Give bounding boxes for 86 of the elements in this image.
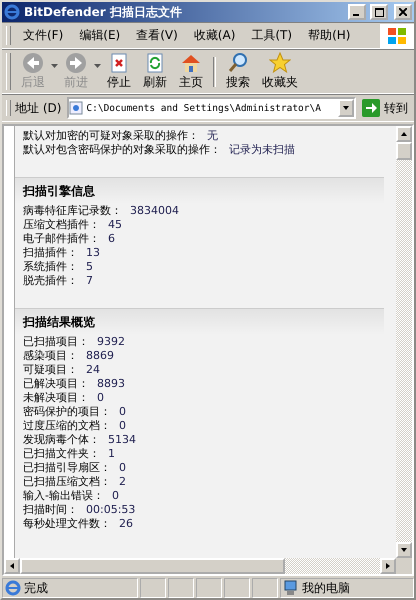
favorites-button[interactable]: 收藏夹: [256, 50, 304, 93]
stat-value: 45: [108, 218, 122, 231]
setting-label: 默认对包含密码保护的对象采取的操作：: [23, 143, 221, 156]
stat-label: 压缩文档插件：: [23, 218, 100, 231]
close-button[interactable]: [394, 4, 412, 20]
dropdown-arrow-icon[interactable]: [94, 64, 101, 68]
stat-value: 2: [119, 475, 126, 488]
stat-value: 13: [86, 246, 100, 259]
page-icon: [69, 101, 84, 115]
setting-label: 默认对加密的可疑对象采取的操作：: [23, 129, 199, 142]
computer-icon: [283, 580, 299, 596]
stat-label: 扫描插件：: [23, 246, 78, 259]
stat-label: 感染项目：: [23, 349, 78, 362]
browser-icon: [5, 580, 21, 596]
scroll-thumb[interactable]: [396, 142, 412, 160]
stat-value: 0: [119, 405, 126, 418]
setting-value: 记录为未扫描: [229, 143, 295, 156]
stat-value: 8893: [97, 377, 125, 390]
stat-label: 未解决项目：: [23, 391, 89, 404]
stat-label: 已扫描引导扇区：: [23, 461, 111, 474]
stat-label: 扫描时间：: [23, 503, 78, 516]
status-panel: [196, 578, 222, 598]
stat-value: 9392: [97, 335, 125, 348]
maximize-button[interactable]: [370, 4, 388, 20]
menu-item[interactable]: 查看(V): [128, 23, 186, 48]
stat-label: 电子邮件插件：: [23, 232, 100, 245]
vertical-scrollbar[interactable]: [396, 126, 412, 558]
address-field[interactable]: C:\Documents and Settings\Administrator\A: [67, 97, 356, 119]
stat-label: 每秒处理文件数：: [23, 517, 111, 530]
status-panel: [224, 578, 250, 598]
stat-label: 系统插件：: [23, 260, 78, 273]
browser-icon: [4, 4, 20, 20]
address-label: 地址 (D): [15, 100, 62, 116]
stat-label: 发现病毒个体：: [23, 433, 100, 446]
close-icon: [399, 8, 407, 16]
stat-label: 可疑项目：: [23, 363, 78, 376]
status-panel: [140, 578, 166, 598]
dropdown-arrow-icon[interactable]: [51, 64, 58, 68]
zone-text: 我的电脑: [302, 580, 350, 596]
status-panel: [252, 578, 278, 598]
setting-value: 无: [207, 129, 218, 142]
menu-item[interactable]: 收藏(A): [186, 23, 244, 48]
search-icon: [227, 52, 249, 74]
stat-value: 5134: [108, 433, 136, 446]
star-icon: [269, 52, 291, 74]
stat-label: 已扫描项目：: [23, 335, 89, 348]
stat-value: 8869: [86, 349, 114, 362]
stat-label: 输入-输出错误：: [23, 489, 104, 502]
stat-label: 已解决项目：: [23, 377, 89, 390]
stat-label: 过度压缩的文档：: [23, 419, 111, 432]
status-text: 完成: [24, 580, 48, 596]
house-icon: [180, 52, 202, 74]
stat-value: 0: [97, 391, 104, 404]
address-dropdown-button[interactable]: [338, 99, 354, 117]
menu-item[interactable]: 编辑(E): [71, 23, 128, 48]
status-panel: [168, 578, 194, 598]
scroll-thumb[interactable]: [20, 558, 285, 574]
stat-value: 5: [86, 260, 93, 273]
stat-label: 已扫描压缩文档：: [23, 475, 111, 488]
minimize-button[interactable]: [348, 4, 366, 20]
menu-item[interactable]: 文件(F): [15, 23, 72, 48]
window-title: BitDefender 扫描日志文件: [24, 4, 183, 20]
refresh-button[interactable]: 刷新: [137, 50, 173, 93]
stat-value: 26: [119, 517, 133, 530]
stat-label: 脱壳插件：: [23, 274, 78, 287]
menu-item[interactable]: 帮助(H): [300, 23, 358, 48]
menu-item[interactable]: 工具(T): [243, 23, 300, 48]
stop-button[interactable]: 停止: [101, 50, 137, 93]
maximize-icon: [374, 8, 384, 16]
stat-value: 24: [86, 363, 100, 376]
home-button[interactable]: 主页: [173, 50, 209, 93]
stat-label: 已扫描文件夹：: [23, 447, 100, 460]
stat-value: 0: [112, 489, 119, 502]
stat-value: 0: [119, 461, 126, 474]
stat-value: 1: [108, 447, 115, 460]
stat-label: 密码保护的项目：: [23, 405, 111, 418]
stat-value: 7: [86, 274, 93, 287]
windows-logo: [380, 24, 414, 48]
horizontal-scrollbar[interactable]: [4, 558, 396, 574]
stat-label: 病毒特征库记录数：: [23, 204, 122, 217]
go-button[interactable]: 转到: [356, 97, 414, 119]
search-button[interactable]: 搜索: [220, 50, 256, 93]
stat-value: 00:05:53: [86, 503, 136, 516]
stat-value: 0: [119, 419, 126, 432]
stat-value: 3834004: [130, 204, 179, 217]
stat-value: 6: [108, 232, 115, 245]
